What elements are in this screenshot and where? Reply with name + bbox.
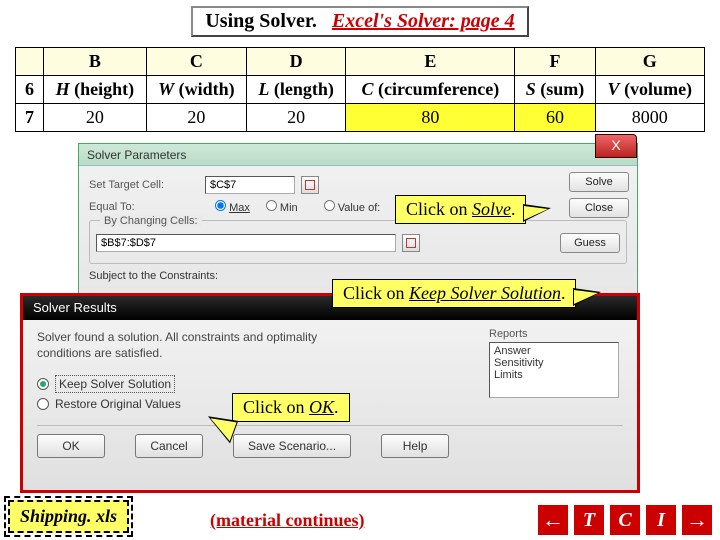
val-B7[interactable]: 20 xyxy=(44,104,147,132)
keep-solution-label: Keep Solver Solution xyxy=(55,375,175,393)
radio-keep-solution[interactable] xyxy=(37,378,49,390)
nav-forward-button[interactable]: → xyxy=(682,505,712,535)
hdr-Ccirc: C (circumference) xyxy=(346,76,515,104)
reports-list[interactable]: Answer Sensitivity Limits xyxy=(489,342,619,398)
restore-original-label: Restore Original Values xyxy=(55,397,181,411)
close-icon[interactable]: X xyxy=(595,134,637,158)
hdr-V: V (volume) xyxy=(595,76,704,104)
column-header-row: B C D E F G xyxy=(16,48,705,76)
hdr-L: L (length) xyxy=(247,76,346,104)
col-F: F xyxy=(515,48,595,76)
nav-t-button[interactable]: T xyxy=(574,505,604,535)
callout-solve: Click on Solve. xyxy=(395,195,526,224)
report-limits[interactable]: Limits xyxy=(494,369,614,381)
solver-parameters-title: Solver Parameters xyxy=(87,148,186,162)
radio-max[interactable] xyxy=(215,200,226,211)
val-C7[interactable]: 20 xyxy=(146,104,246,132)
col-G: G xyxy=(595,48,704,76)
constraints-label: Subject to the Constraints: xyxy=(89,270,218,282)
title-emph: Excel's Solver: page 4 xyxy=(332,10,515,32)
refedit-icon[interactable] xyxy=(301,176,319,194)
by-changing-label: By Changing Cells: xyxy=(100,215,202,227)
col-E: E xyxy=(346,48,515,76)
report-sensitivity[interactable]: Sensitivity xyxy=(494,357,614,369)
hdr-S: S (sum) xyxy=(515,76,595,104)
val-G7[interactable]: 8000 xyxy=(595,104,704,132)
changing-cells-group: By Changing Cells: Guess xyxy=(89,220,627,264)
close-button[interactable]: Close xyxy=(569,198,629,218)
solve-button[interactable]: Solve xyxy=(569,172,629,192)
val-E7[interactable]: 80 xyxy=(346,104,515,132)
changing-cells-input[interactable] xyxy=(96,234,396,252)
set-target-label: Set Target Cell: xyxy=(89,179,199,191)
material-continues: (material continues) xyxy=(210,510,364,531)
col-D: D xyxy=(247,48,346,76)
footer: Shipping. xls (material continues) ← T C… xyxy=(0,499,720,537)
corner-cell xyxy=(16,48,44,76)
hdr-W: W (width) xyxy=(146,76,246,104)
callout-keep-solution: Click on Keep Solver Solution. xyxy=(332,279,576,308)
col-C: C xyxy=(146,48,246,76)
target-cell-input[interactable] xyxy=(205,176,295,194)
value-row: 7 20 20 20 80 60 8000 xyxy=(16,104,705,132)
refedit-icon[interactable] xyxy=(402,234,420,252)
nav-buttons: ← T C I → xyxy=(538,505,712,535)
solver-parameters-titlebar: Solver Parameters X xyxy=(79,144,637,166)
nav-back-button[interactable]: ← xyxy=(538,505,568,535)
guess-button[interactable]: Guess xyxy=(560,233,620,253)
var-header-row: 6 H (height) W (width) L (length) C (cir… xyxy=(16,76,705,104)
report-answer[interactable]: Answer xyxy=(494,345,614,357)
radio-restore-original[interactable] xyxy=(37,398,49,410)
radio-valueof[interactable] xyxy=(324,200,335,211)
page-title-wrap: Using Solver. Excel's Solver: page 4 xyxy=(0,0,720,39)
page-title: Using Solver. Excel's Solver: page 4 xyxy=(191,6,528,37)
equal-to-label: Equal To: xyxy=(89,201,199,213)
title-plain: Using Solver. xyxy=(205,10,317,32)
save-scenario-button[interactable]: Save Scenario... xyxy=(233,434,351,458)
shipping-file-chip[interactable]: Shipping. xls xyxy=(8,500,129,533)
callout-ok: Click on OK. xyxy=(232,393,350,422)
col-B: B xyxy=(44,48,147,76)
reports-label: Reports xyxy=(489,328,619,340)
help-button[interactable]: Help xyxy=(381,434,449,458)
row-7: 7 xyxy=(16,104,44,132)
spreadsheet-table: B C D E F G 6 H (height) W (width) L (le… xyxy=(15,47,705,132)
row-6: 6 xyxy=(16,76,44,104)
solver-results-title: Solver Results xyxy=(33,300,117,315)
cancel-button[interactable]: Cancel xyxy=(135,434,203,458)
radio-min[interactable] xyxy=(266,200,277,211)
reports-panel: Reports Answer Sensitivity Limits xyxy=(489,328,619,398)
solver-results-message: Solver found a solution. All constraints… xyxy=(37,330,337,361)
val-F7[interactable]: 60 xyxy=(515,104,595,132)
val-D7[interactable]: 20 xyxy=(247,104,346,132)
hdr-H: H (height) xyxy=(44,76,147,104)
ok-button[interactable]: OK xyxy=(37,434,105,458)
nav-i-button[interactable]: I xyxy=(646,505,676,535)
nav-c-button[interactable]: C xyxy=(610,505,640,535)
